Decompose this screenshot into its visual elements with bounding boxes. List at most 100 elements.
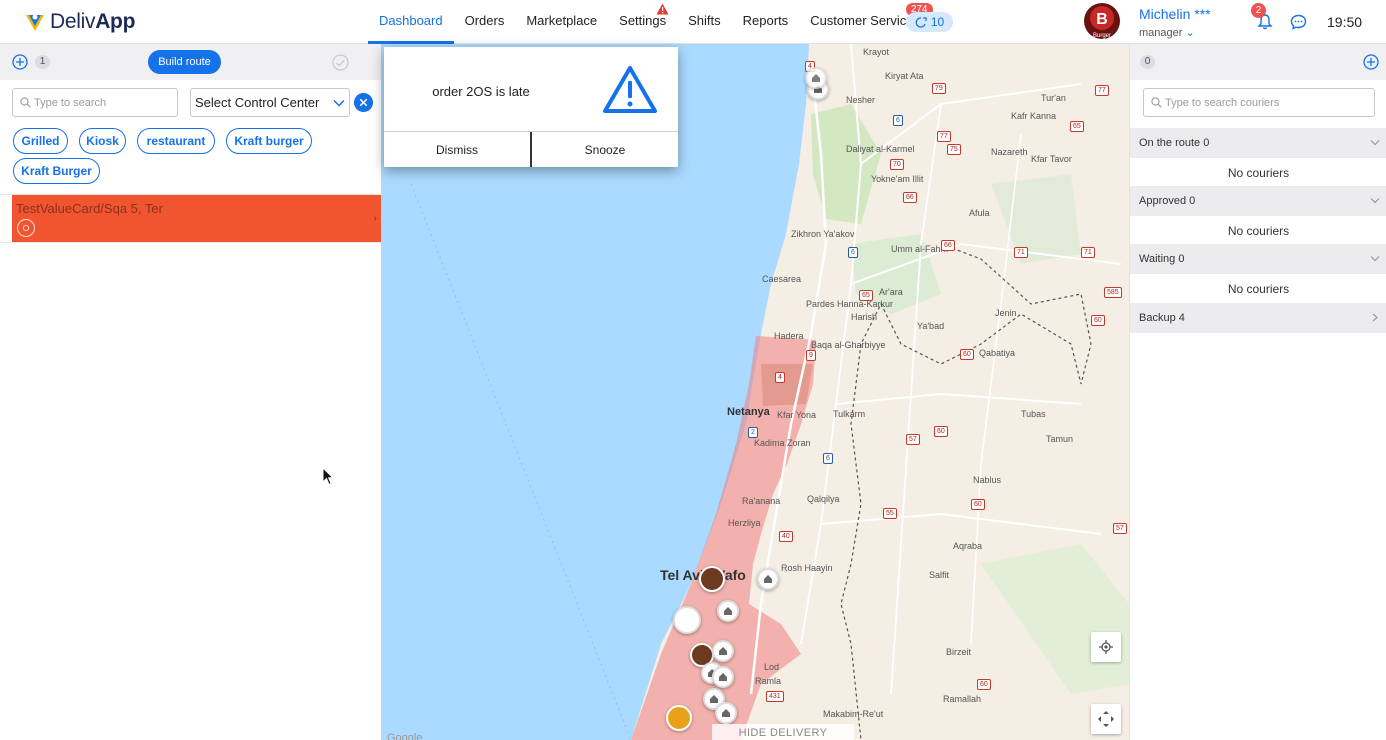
add-courier-icon[interactable] [1363,54,1379,70]
tag-restaurant[interactable]: restaurant [137,128,215,154]
nav-dashboard[interactable]: Dashboard [368,0,454,44]
courier-search-input[interactable] [1165,89,1369,116]
tag-kraft-burger[interactable]: Kraft burger [226,128,312,154]
map-place-label: Nesher [846,95,876,105]
section-backup[interactable]: Backup 4 [1130,303,1386,333]
empty-state-text: No couriers [1227,282,1290,296]
chevron-down-icon [1370,198,1380,204]
map-place-label: Nablus [973,475,1002,485]
section-waiting[interactable]: Waiting 0 [1130,244,1386,274]
map-place-label: Harish [851,312,878,322]
section-count: 0 [1203,137,1210,149]
my-location-button[interactable] [1091,632,1121,662]
map-pin-store[interactable] [673,606,701,634]
svg-text:B: B [1096,11,1108,28]
map-pin-home[interactable] [805,67,827,89]
map-place-label: Umm al-Fahm [891,244,949,254]
hide-delivery-regions-button[interactable]: HIDE DELIVERY REGIONS [712,724,854,740]
user-name[interactable]: Michelin *** [1139,6,1211,22]
section-count: 0 [1178,253,1185,265]
road-shield: 66 [903,192,917,203]
section-label: Waiting [1139,253,1176,265]
nav-orders[interactable]: Orders [454,0,516,44]
add-order-icon[interactable] [12,54,28,70]
nav-settings[interactable]: Settings [608,0,677,44]
empty-state-text: No couriers [1227,166,1290,180]
map-place-label: Makabim-Re'ut [823,709,884,719]
road-shield: 60 [960,349,974,360]
dismiss-button[interactable]: Dismiss [384,132,530,167]
nav-label: Dashboard [379,13,443,28]
section-approved[interactable]: Approved 0 [1130,186,1386,216]
map-place-label: Zikhron Ya'akov [791,229,855,239]
control-center-select[interactable]: Select Control Center [190,88,350,117]
map-pin-restaurant[interactable] [666,705,692,731]
snooze-button[interactable]: Snooze [530,132,678,167]
chevron-right-icon: › [373,213,377,224]
nav-label: Settings [619,13,667,28]
courier-search-field[interactable] [1143,88,1375,117]
map-place-label: Tur'an [1041,93,1066,103]
tag-kiosk[interactable]: Kiosk [79,128,126,154]
order-list-item[interactable]: TestValueCard/Sqa 5, Ter › [12,195,381,242]
map-pin-restaurant[interactable] [699,566,725,592]
road-shield: 71 [1081,247,1095,258]
road-shield: 60 [971,499,985,510]
locate-icon [1099,640,1113,654]
build-route-button[interactable]: Build route [148,50,221,74]
map-place-label: Ya'bad [917,321,945,331]
chevron-down-icon [1370,256,1380,262]
order-search-field[interactable] [12,88,178,117]
clear-filter-icon[interactable] [354,93,373,112]
nav-marketplace[interactable]: Marketplace [515,0,608,44]
road-shield: 65 [859,290,873,301]
pan-control-button[interactable] [1091,704,1121,734]
tag-kraft-burger-2[interactable]: Kraft Burger [13,158,100,184]
map-pin-home[interactable] [712,640,734,662]
road-shield: 60 [1091,315,1105,326]
nav-reports[interactable]: Reports [732,0,800,44]
map-place-label: Qabatiya [979,348,1016,358]
road-shield: 79 [932,83,946,94]
map-place-label: Ramla [755,676,782,686]
map-place-label: Qalqilya [807,494,840,504]
road-shield: 9 [806,350,816,361]
map-place-label: Aqraba [953,541,983,551]
map-place-label: Kadima Zoran [754,438,811,448]
couriers-panel-header: 0 [1130,44,1386,80]
chevron-down-icon: ⌄ [1185,27,1195,39]
avatar[interactable]: B Burger [1083,2,1121,40]
map-pin-home[interactable] [715,702,737,724]
order-search-input[interactable] [34,89,172,116]
road-shield: 6 [848,247,858,258]
app-logo[interactable]: DelivApp [24,9,135,35]
nav-label: Reports [742,13,789,28]
queue-icon [915,16,927,28]
queue-pill[interactable]: 10 [906,12,953,32]
road-shield: 77 [937,131,951,142]
warning-icon [603,66,657,113]
burger-logo-icon: B Burger [1084,3,1120,39]
road-shield: 4 [775,372,785,383]
check-circle-icon[interactable] [332,54,349,71]
chevron-right-icon [1372,313,1378,322]
map-pin-home[interactable] [757,568,779,590]
svg-text:Burger: Burger [1093,33,1111,39]
alert-actions: Dismiss Snooze [384,131,678,167]
user-role[interactable]: manager ⌄ [1139,26,1195,39]
tag-grilled[interactable]: Grilled [13,128,68,154]
order-title: TestValueCard/Sqa 5, Ter [16,201,163,216]
map-place-label: Krayot [863,47,890,57]
nav-shifts[interactable]: Shifts [677,0,732,44]
section-on-the-route[interactable]: On the route 0 [1130,128,1386,158]
alert-message: order 2OS is late [432,84,530,99]
map-place-label: Kafr Kanna [1011,111,1057,121]
map-place-label: Salfit [929,570,950,580]
map-place-label: Nazareth [991,147,1028,157]
section-count: 4 [1178,312,1185,324]
map-pin-home[interactable] [717,600,739,622]
road-shield: 57 [906,434,920,445]
map-pin-home[interactable] [712,666,734,688]
map-place-label: Ra'anana [742,496,781,506]
chat-icon[interactable] [1290,14,1307,30]
